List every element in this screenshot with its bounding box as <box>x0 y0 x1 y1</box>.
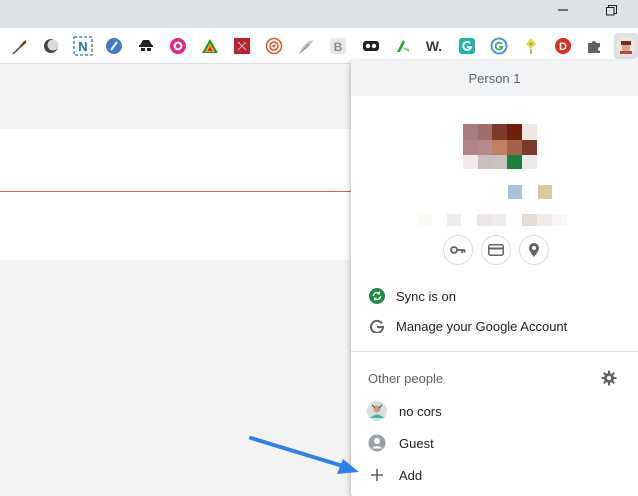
addresses-button[interactable] <box>519 235 549 265</box>
content-card-bottom <box>0 192 360 260</box>
sync-icon <box>368 287 386 305</box>
other-people-heading: Other people <box>368 371 444 386</box>
add-person-row[interactable]: Add <box>351 460 638 490</box>
credit-card-icon <box>488 244 504 256</box>
sync-status-row[interactable]: Sync is on <box>351 281 638 311</box>
puzzle-icon[interactable] <box>584 36 604 56</box>
g-circle-extension-icon[interactable] <box>489 36 509 56</box>
rainbow-triangle-extension-icon[interactable] <box>200 36 220 56</box>
pink-eye-extension-icon[interactable] <box>168 36 188 56</box>
svg-text:B: B <box>334 40 343 54</box>
menu-divider <box>351 351 638 352</box>
red-square-extension-icon[interactable] <box>232 36 252 56</box>
svg-text:N: N <box>78 39 87 54</box>
browser-toolbar: N B W. D <box>0 28 638 64</box>
green-k-extension-icon[interactable] <box>393 36 413 56</box>
no-cors-avatar <box>367 401 387 421</box>
profile-menu: Person 1 Sync is on Manage your Google A… <box>351 61 638 496</box>
profile-menu-header: Person 1 <box>351 61 638 96</box>
w-extension-icon[interactable]: W. <box>424 36 444 56</box>
restore-button[interactable] <box>596 0 626 20</box>
google-g-icon <box>368 317 386 335</box>
minimize-button[interactable] <box>548 0 578 20</box>
teal-g-extension-icon[interactable] <box>457 36 477 56</box>
spy-extension-icon[interactable] <box>136 36 156 56</box>
plus-icon <box>368 466 386 484</box>
guest-row[interactable]: Guest <box>351 428 638 458</box>
b-extension-icon[interactable]: B <box>328 36 348 56</box>
profile-no-cors-row[interactable]: no cors <box>351 396 638 426</box>
minimize-icon <box>558 9 568 11</box>
moon-extension-icon[interactable] <box>41 36 61 56</box>
svg-text:D: D <box>559 41 567 53</box>
location-pin-icon <box>529 243 539 257</box>
manage-people-button[interactable] <box>601 370 617 386</box>
profile-name: Person 1 <box>468 71 521 86</box>
diamond-extension-icon[interactable] <box>521 36 541 56</box>
target-extension-icon[interactable] <box>264 36 284 56</box>
payment-methods-button[interactable] <box>481 235 511 265</box>
d-extension-icon[interactable]: D <box>553 36 573 56</box>
guest-label: Guest <box>399 435 434 451</box>
add-label: Add <box>399 467 423 483</box>
key-icon <box>450 246 466 254</box>
avatar <box>617 37 635 55</box>
blue-circle-extension-icon[interactable] <box>104 36 124 56</box>
svg-text:W.: W. <box>426 38 442 54</box>
guest-avatar-icon <box>368 434 386 452</box>
manage-google-account-row[interactable]: Manage your Google Account <box>351 311 638 341</box>
sync-label: Sync is on <box>396 288 456 304</box>
passwords-button[interactable] <box>443 235 473 265</box>
restore-icon <box>605 4 617 15</box>
mask-extension-icon[interactable] <box>361 36 381 56</box>
gear-icon <box>601 370 617 386</box>
profile-button[interactable] <box>614 33 638 59</box>
feather-extension-icon[interactable] <box>296 36 316 56</box>
content-card-top <box>0 129 360 191</box>
title-bar <box>0 0 638 28</box>
quill-extension-icon[interactable] <box>10 36 30 56</box>
no-cors-label: no cors <box>399 403 442 419</box>
n-extension-icon[interactable]: N <box>73 36 93 56</box>
manage-account-label: Manage your Google Account <box>396 318 568 334</box>
